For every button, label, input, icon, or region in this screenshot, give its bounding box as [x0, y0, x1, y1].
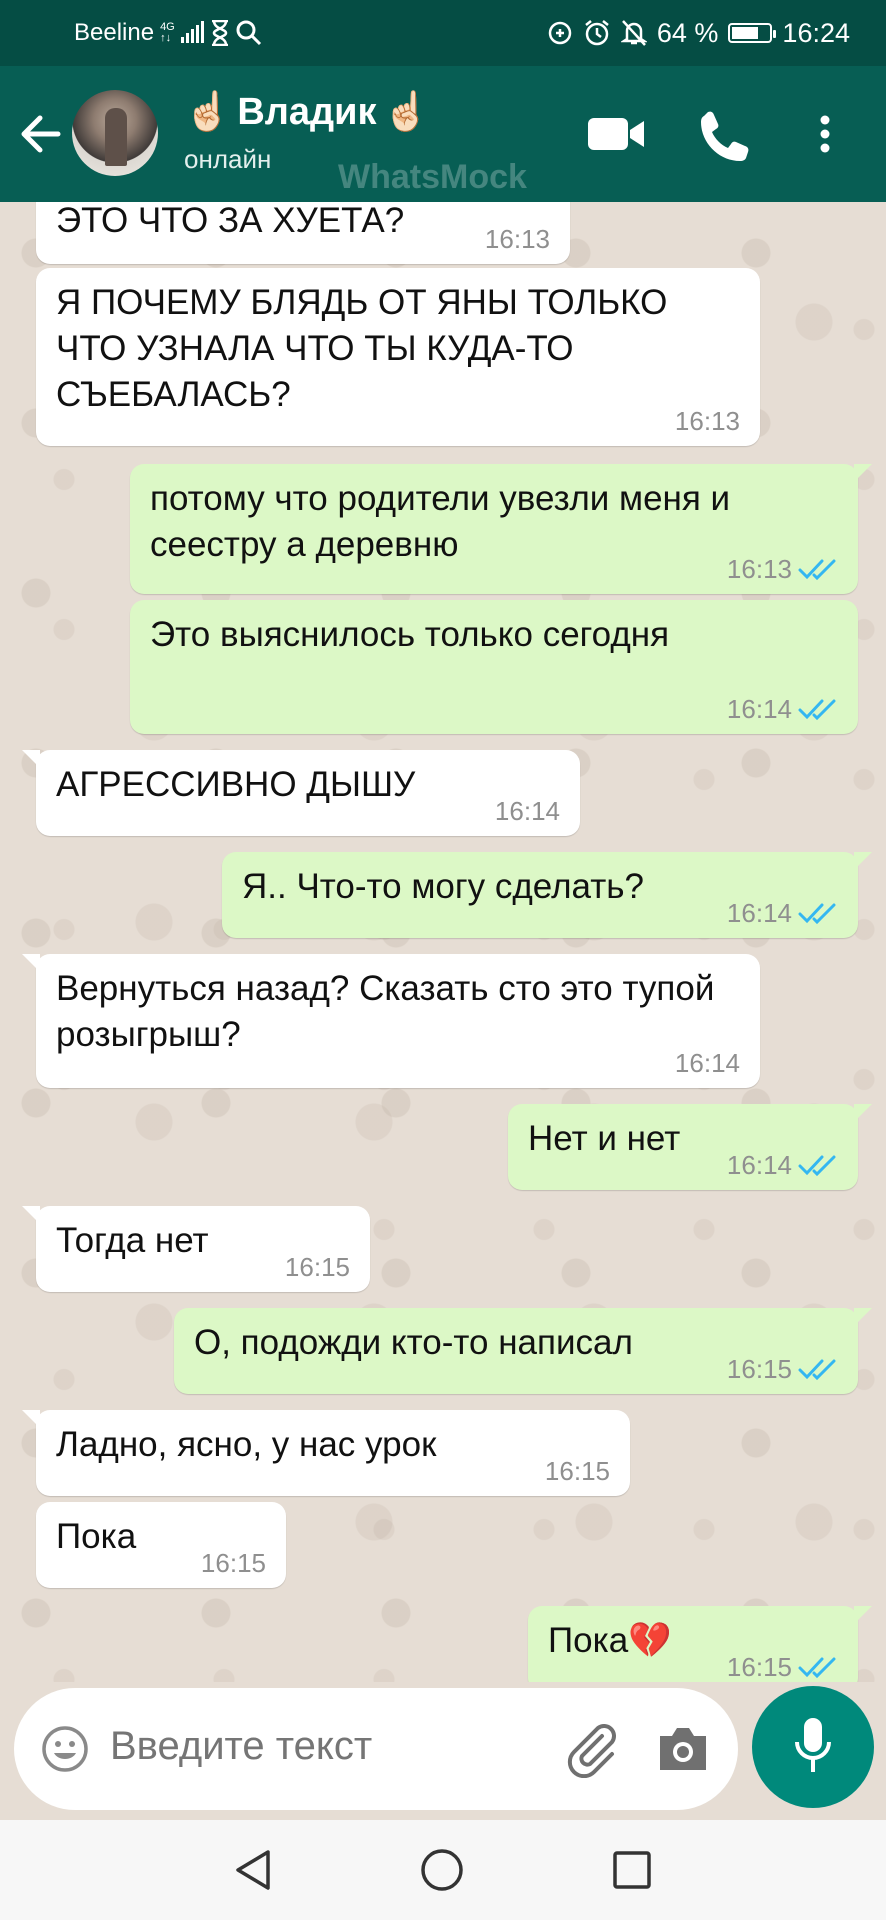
- emoji-right: ☝🏻: [382, 91, 430, 133]
- nav-home-icon[interactable]: [420, 1848, 464, 1892]
- mic-icon: [795, 1718, 831, 1772]
- message-time: 16:14: [494, 796, 560, 826]
- read-ticks-icon: [798, 1359, 836, 1381]
- attach-icon[interactable]: [562, 1718, 622, 1778]
- nav-back-icon[interactable]: [230, 1846, 276, 1894]
- message-incoming[interactable]: ЭТО ЧТО ЗА ХУЕТА? 16:13: [36, 202, 570, 264]
- hourglass-icon: [211, 20, 228, 46]
- message-time: 16:15: [726, 1354, 792, 1384]
- message-time: 16:13: [674, 406, 740, 436]
- mic-button[interactable]: [752, 1686, 874, 1808]
- read-ticks-icon: [798, 1155, 836, 1177]
- message-input[interactable]: [110, 1724, 510, 1769]
- message-text: Ладно, ясно, у нас урок: [56, 1425, 437, 1464]
- read-ticks-icon: [798, 699, 836, 721]
- avatar[interactable]: [72, 90, 158, 176]
- watermark: WhatsMock: [338, 158, 527, 196]
- message-text: Вернуться назад? Сказать сто это тупой р…: [56, 969, 715, 1054]
- message-incoming[interactable]: Я ПОЧЕМУ БЛЯДЬ ОТ ЯНЫ ТОЛЬКО ЧТО УЗНАЛА …: [36, 268, 760, 446]
- message-time: 16:15: [544, 1456, 610, 1486]
- message-incoming[interactable]: Пока 16:15: [36, 1502, 286, 1588]
- back-arrow-icon[interactable]: [18, 106, 66, 162]
- nav-recents-icon[interactable]: [612, 1850, 652, 1890]
- read-ticks-icon: [798, 559, 836, 581]
- message-time: 16:13: [726, 554, 792, 584]
- clock: 16:24: [782, 17, 850, 48]
- status-bar: Beeline 4G ↑↓ 64 % 16:24: [0, 0, 886, 66]
- message-outgoing[interactable]: Нет и нет 16:14: [508, 1104, 872, 1190]
- message-time: 16:14: [726, 694, 792, 724]
- read-ticks-icon: [798, 1657, 836, 1679]
- data-saver-icon: [548, 21, 572, 45]
- message-text: потому что родители увезли меня и сеестр…: [150, 479, 731, 564]
- message-outgoing[interactable]: потому что родители увезли меня и сеестр…: [130, 464, 872, 594]
- message-input-bar: [14, 1688, 738, 1810]
- more-vert-icon[interactable]: [810, 106, 840, 162]
- camera-icon[interactable]: [654, 1722, 712, 1776]
- video-call-icon[interactable]: [584, 106, 648, 162]
- alarm-icon: [585, 20, 609, 46]
- read-ticks-icon: [798, 903, 836, 925]
- message-outgoing[interactable]: Пока💔 16:15: [528, 1606, 872, 1682]
- chat-header: ☝🏻 Владик ☝🏻 онлайн WhatsMock: [0, 66, 886, 202]
- contact-status: онлайн: [184, 144, 272, 174]
- mute-icon: [620, 20, 647, 46]
- emoji-icon[interactable]: [40, 1724, 90, 1774]
- message-incoming[interactable]: Ладно, ясно, у нас урок 16:15: [22, 1410, 630, 1496]
- message-time: 16:14: [674, 1048, 740, 1078]
- message-outgoing[interactable]: О, подожди кто-то написал 16:15: [174, 1308, 872, 1394]
- message-time: 16:15: [200, 1548, 266, 1578]
- search-icon: [236, 20, 261, 46]
- message-incoming[interactable]: Тогда нет 16:15: [22, 1206, 370, 1292]
- message-time: 16:14: [726, 898, 792, 928]
- message-time: 16:14: [726, 1150, 792, 1180]
- emoji-left: ☝🏻: [184, 91, 232, 133]
- message-text: Это выяснилось только сегодня: [150, 615, 670, 654]
- system-nav-bar: [0, 1820, 886, 1920]
- message-outgoing[interactable]: Это выяснилось только сегодня 16:14: [130, 600, 858, 734]
- message-incoming[interactable]: АГРЕССИВНО ДЫШУ 16:14: [22, 750, 580, 836]
- message-text: ЭТО ЧТО ЗА ХУЕТА?: [56, 202, 405, 240]
- message-time: 16:13: [484, 224, 550, 254]
- battery-icon: [728, 23, 777, 43]
- message-incoming[interactable]: Вернуться назад? Сказать сто это тупой р…: [22, 954, 760, 1088]
- message-outgoing[interactable]: Я.. Что-то могу сделать? 16:14: [222, 852, 872, 938]
- contact-name[interactable]: ☝🏻 Владик ☝🏻: [184, 90, 430, 134]
- battery-level: [732, 27, 759, 39]
- network-type: 4G ↑↓: [160, 21, 175, 44]
- status-right: 64 % 16:24: [547, 0, 850, 66]
- signal-icon: [180, 21, 204, 43]
- message-text: АГРЕССИВНО ДЫШУ: [56, 765, 416, 804]
- status-left: Beeline 4G ↑↓: [74, 0, 262, 66]
- carrier-name: Beeline: [74, 19, 155, 46]
- chat-area[interactable]: ЭТО ЧТО ЗА ХУЕТА? 16:13 Я ПОЧЕМУ БЛЯДЬ О…: [0, 202, 886, 1682]
- message-time: 16:15: [284, 1252, 350, 1282]
- message-text: Я ПОЧЕМУ БЛЯДЬ ОТ ЯНЫ ТОЛЬКО ЧТО УЗНАЛА …: [56, 283, 668, 414]
- battery-percent: 64 %: [656, 17, 719, 48]
- voice-call-icon[interactable]: [694, 106, 758, 162]
- message-time: 16:15: [726, 1652, 792, 1682]
